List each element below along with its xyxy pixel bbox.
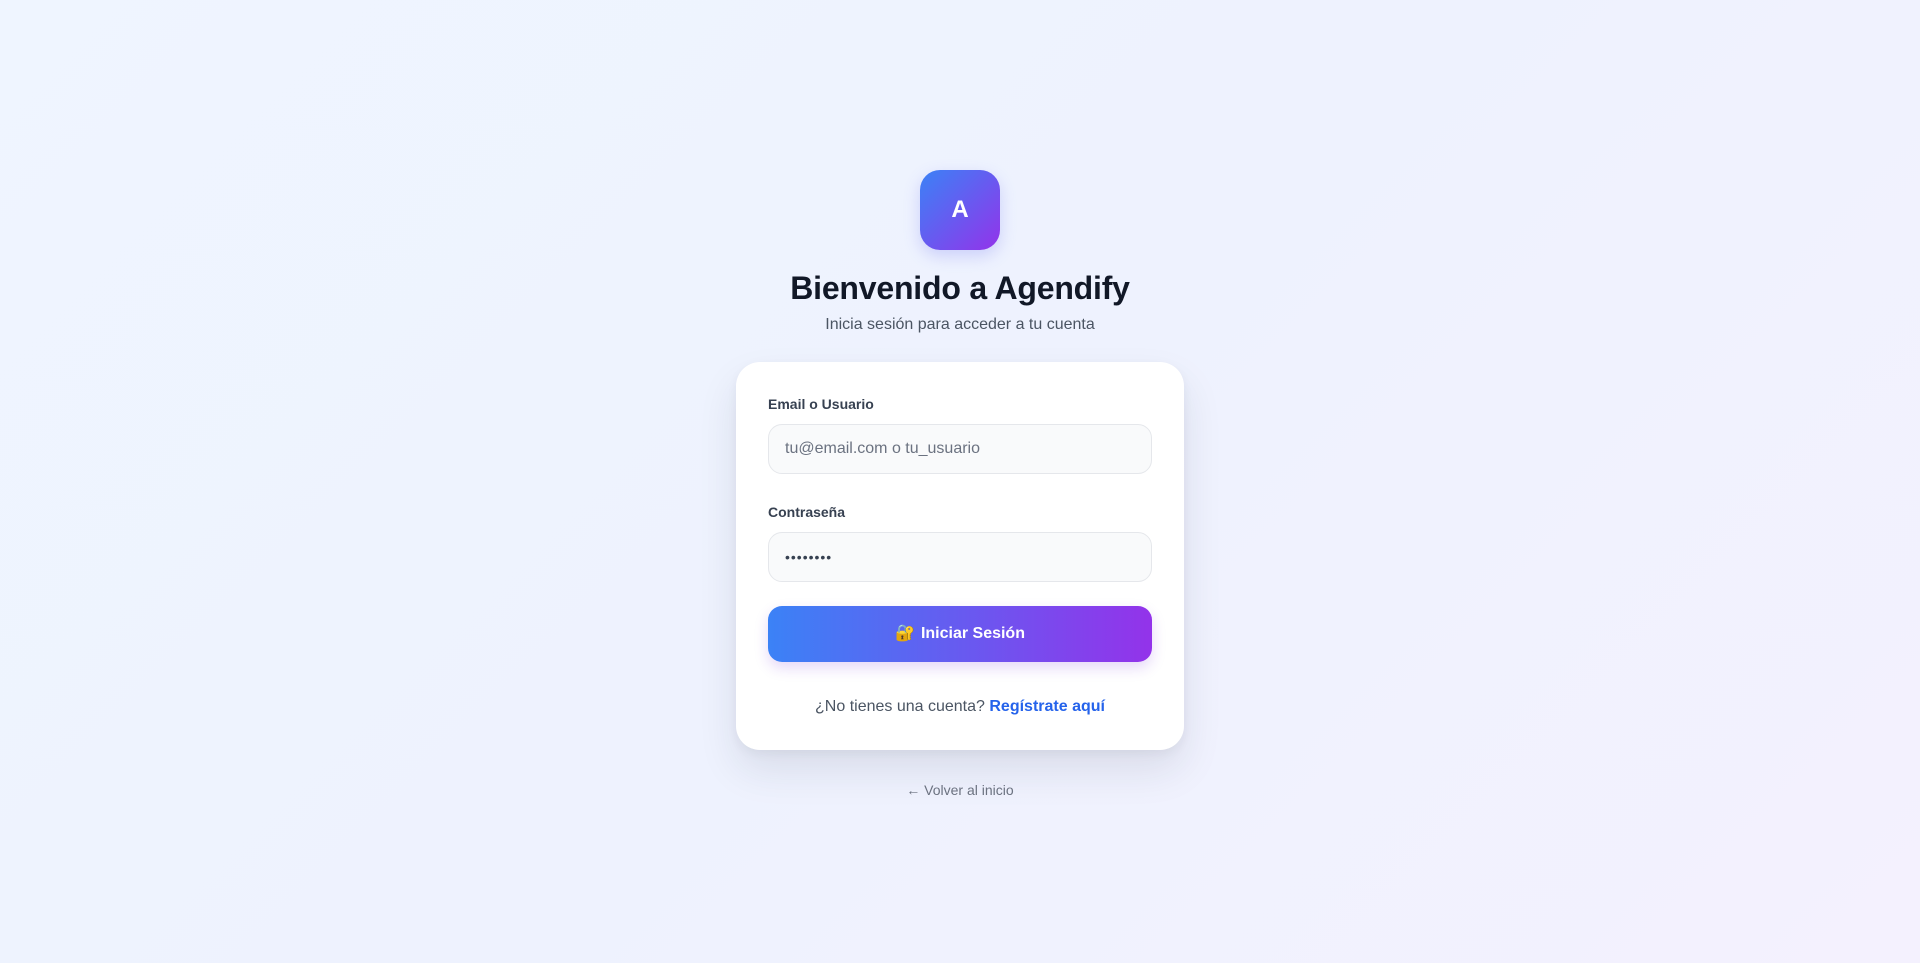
login-container: A Bienvenido a Agendify Inicia sesión pa…: [736, 170, 1184, 800]
login-button[interactable]: 🔐 Iniciar Sesión: [768, 606, 1152, 662]
login-card: Email o Usuario Contraseña 🔐 Iniciar Ses…: [736, 362, 1184, 750]
signup-text: ¿No tienes una cuenta?: [815, 698, 985, 715]
email-label: Email o Usuario: [768, 396, 874, 412]
email-input[interactable]: [768, 424, 1152, 474]
password-group: Contraseña: [768, 502, 1152, 582]
page-title: Bienvenido a Agendify: [790, 270, 1130, 306]
signup-prompt: ¿No tienes una cuenta? Regístrate aquí: [768, 696, 1152, 718]
back-home-link[interactable]: ← Volver al inicio: [906, 780, 1013, 800]
signup-link[interactable]: Regístrate aquí: [989, 698, 1105, 715]
login-button-label: Iniciar Sesión: [920, 625, 1025, 642]
lock-icon: 🔐: [895, 625, 915, 642]
logo-letter: A: [951, 196, 969, 223]
password-label: Contraseña: [768, 504, 846, 520]
password-input[interactable]: [768, 532, 1152, 582]
app-logo: A: [920, 170, 1000, 250]
page-subtitle: Inicia sesión para acceder a tu cuenta: [825, 316, 1095, 333]
